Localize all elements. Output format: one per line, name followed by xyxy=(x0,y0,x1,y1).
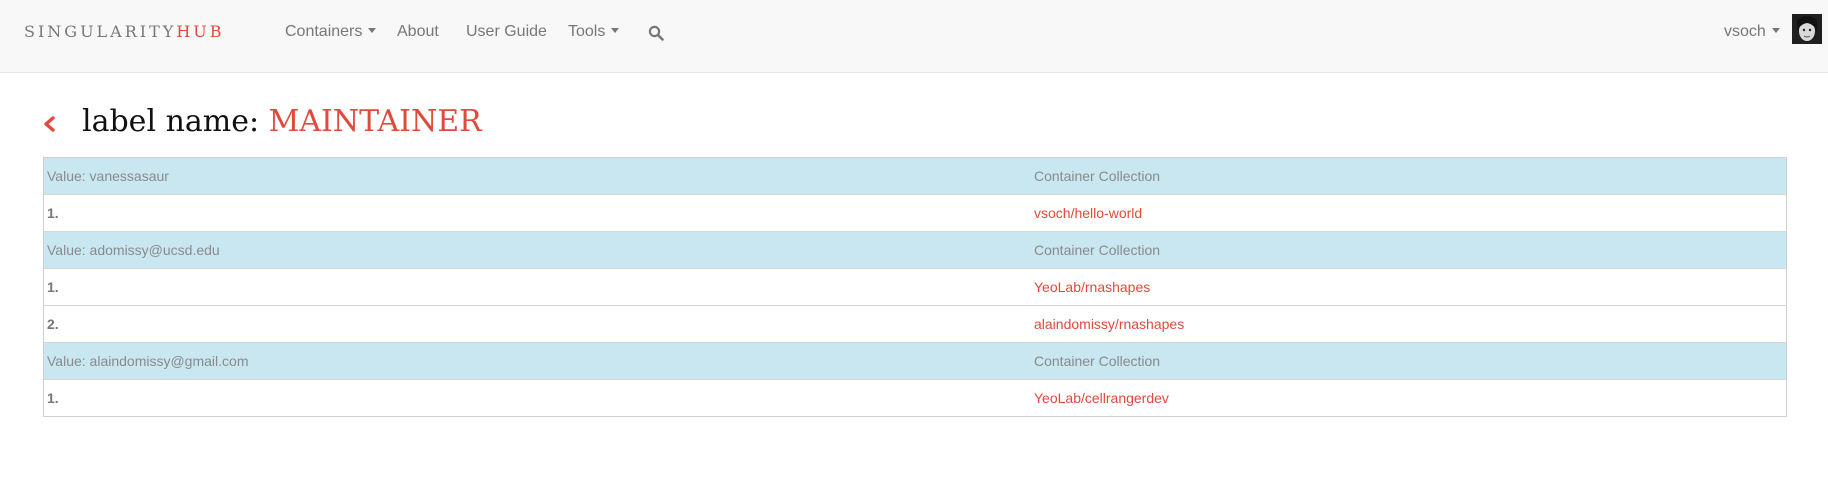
brand-logo[interactable]: SINGULARITYHUB xyxy=(24,22,225,42)
labels-table: Value: vanessasaur Container Collection … xyxy=(43,157,1787,417)
brand-main-text: SINGULARITY xyxy=(24,22,177,41)
collection-link[interactable]: YeoLab/cellrangerdev xyxy=(1034,380,1169,416)
page-title: label name: MAINTAINER xyxy=(82,102,482,142)
page-title-prefix: label name: xyxy=(82,104,269,139)
nav-user-guide-link[interactable]: User Guide xyxy=(466,22,547,42)
nav-about-label: About xyxy=(397,23,439,40)
collection-link[interactable]: YeoLab/rnashapes xyxy=(1034,269,1150,305)
group-header-row: Value: adomissy@ucsd.edu Container Colle… xyxy=(44,231,1786,268)
user-menu-dropdown[interactable]: vsoch xyxy=(1724,22,1780,42)
column-header-collection: Container Collection xyxy=(1034,353,1161,369)
nav-about-link[interactable]: About xyxy=(397,22,439,42)
table-row: 1. YeoLab/rnashapes xyxy=(44,268,1786,305)
row-index: 2. xyxy=(47,316,59,332)
group-value-label: Value: alaindomissy@gmail.com xyxy=(47,353,249,369)
user-name-label: vsoch xyxy=(1724,23,1766,40)
page-title-value: MAINTAINER xyxy=(268,104,482,139)
row-index: 1. xyxy=(47,279,59,295)
group-value-label: Value: vanessasaur xyxy=(47,168,169,184)
collection-link[interactable]: alaindomissy/rnashapes xyxy=(1034,306,1184,342)
brand-accent-text: HUB xyxy=(176,22,225,41)
avatar[interactable] xyxy=(1792,14,1822,44)
table-row: 1. vsoch/hello-world xyxy=(44,194,1786,231)
top-navbar: SINGULARITYHUB Containers About User Gui… xyxy=(0,0,1828,73)
table-row: 1. YeoLab/cellrangerdev xyxy=(44,379,1786,416)
group-header-row: Value: vanessasaur Container Collection xyxy=(44,158,1786,194)
column-header-collection: Container Collection xyxy=(1034,168,1161,184)
row-index: 1. xyxy=(47,390,59,406)
nav-containers-label: Containers xyxy=(285,23,363,40)
collection-link[interactable]: vsoch/hello-world xyxy=(1034,195,1142,231)
nav-containers-dropdown[interactable]: Containers xyxy=(285,22,377,42)
nav-tools-label: Tools xyxy=(568,23,606,40)
caret-down-icon xyxy=(611,28,620,34)
group-header-row: Value: alaindomissy@gmail.com Container … xyxy=(44,342,1786,379)
chevron-left-icon[interactable] xyxy=(42,115,56,133)
nav-user-guide-label: User Guide xyxy=(466,23,547,40)
column-header-collection: Container Collection xyxy=(1034,242,1161,258)
table-row: 2. alaindomissy/rnashapes xyxy=(44,305,1786,342)
search-icon[interactable] xyxy=(648,25,664,41)
group-value-label: Value: adomissy@ucsd.edu xyxy=(47,242,220,258)
caret-down-icon xyxy=(1771,28,1780,34)
nav-tools-dropdown[interactable]: Tools xyxy=(568,22,620,42)
caret-down-icon xyxy=(368,28,377,34)
row-index: 1. xyxy=(47,205,59,221)
